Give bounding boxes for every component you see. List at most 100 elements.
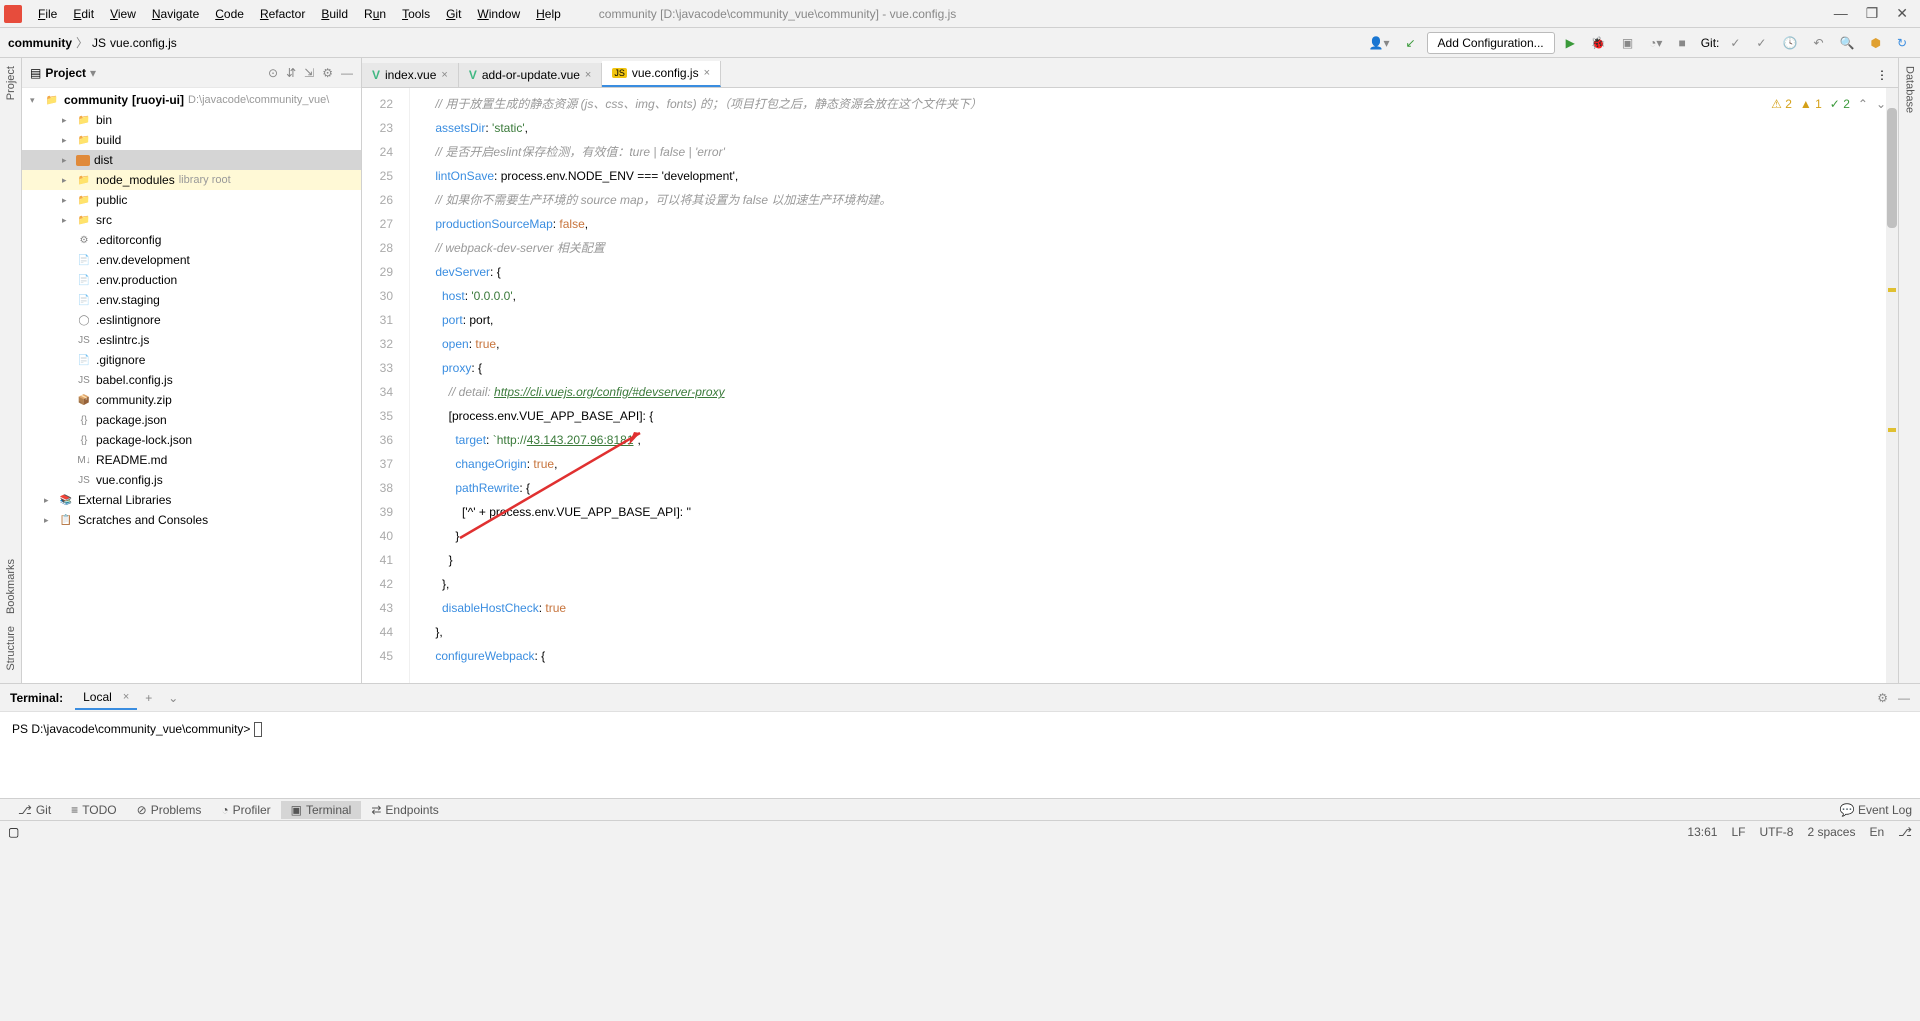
indent-settings[interactable]: 2 spaces — [1807, 825, 1855, 839]
tree-readme[interactable]: M↓README.md — [22, 450, 361, 470]
tree-build[interactable]: ▸📁build — [22, 130, 361, 150]
menu-view[interactable]: View — [102, 3, 144, 25]
tree-env-staging[interactable]: 📄.env.staging — [22, 290, 361, 310]
inspection-widget[interactable]: ⚠ 2 ▲ 1 ✓ 2 ⌃ ⌄ — [1771, 92, 1886, 116]
terminal-settings-icon[interactable]: ⚙ — [1877, 691, 1888, 705]
tab-vue-config[interactable]: JSvue.config.js× — [602, 61, 721, 87]
editor-scrollbar[interactable] — [1886, 88, 1898, 683]
menu-navigate[interactable]: Navigate — [144, 3, 207, 25]
coverage-button[interactable]: ▣ — [1617, 33, 1638, 53]
tree-public[interactable]: ▸📁public — [22, 190, 361, 210]
git-update-icon[interactable]: ✓ — [1725, 33, 1745, 53]
tree-dist[interactable]: ▸dist — [22, 150, 361, 170]
warning-marker[interactable] — [1888, 288, 1896, 292]
locate-icon[interactable]: ⊙ — [268, 66, 278, 80]
close-tab-icon[interactable]: × — [704, 67, 710, 79]
event-log[interactable]: 💬 Event Log — [1840, 803, 1912, 817]
tree-vue-config[interactable]: JSvue.config.js — [22, 470, 361, 490]
stop-button[interactable]: ■ — [1673, 33, 1690, 53]
git-branch-icon[interactable]: ⎇ — [1898, 825, 1912, 839]
menu-tools[interactable]: Tools — [394, 3, 438, 25]
bottom-problems[interactable]: ⊘ Problems — [127, 801, 212, 819]
tree-scratches[interactable]: ▸📋Scratches and Consoles — [22, 510, 361, 530]
menu-window[interactable]: Window — [469, 3, 528, 25]
ide-settings-icon[interactable]: ⬢ — [1865, 33, 1885, 53]
line-separator[interactable]: LF — [1731, 825, 1745, 839]
close-tab-icon[interactable]: × — [441, 69, 447, 81]
hammer-icon[interactable]: ↙ — [1400, 33, 1420, 53]
tree-babel[interactable]: JSbabel.config.js — [22, 370, 361, 390]
expand-icon[interactable]: ⇵ — [286, 66, 296, 80]
terminal-body[interactable]: PS D:\javacode\community_vue\community> — [0, 712, 1920, 798]
git-commit-icon[interactable]: ✓ — [1751, 33, 1771, 53]
project-header: ▤ Project ▾ ⊙ ⇵ ⇲ ⚙ — — [22, 58, 361, 88]
profile-button[interactable]: ◔▾ — [1644, 33, 1667, 53]
menu-code[interactable]: Code — [207, 3, 252, 25]
left-project-tab[interactable]: Project — [5, 66, 17, 100]
add-configuration-button[interactable]: Add Configuration... — [1427, 32, 1555, 54]
tabs-menu-icon[interactable]: ⋮ — [1866, 63, 1898, 87]
menu-run[interactable]: Run — [356, 3, 394, 25]
tree-eslintrc[interactable]: JS.eslintrc.js — [22, 330, 361, 350]
breadcrumb-root[interactable]: community — [8, 36, 72, 50]
tree-env-dev[interactable]: 📄.env.development — [22, 250, 361, 270]
tree-package-lock[interactable]: {}package-lock.json — [22, 430, 361, 450]
terminal-hide-icon[interactable]: — — [1898, 691, 1910, 705]
tree-eslintignore[interactable]: ◯.eslintignore — [22, 310, 361, 330]
breadcrumb-file[interactable]: vue.config.js — [110, 36, 177, 50]
bottom-profiler[interactable]: ◔ Profiler — [211, 801, 280, 819]
warning-marker[interactable] — [1888, 428, 1896, 432]
bottom-terminal[interactable]: ▣ Terminal — [281, 801, 362, 819]
left-structure-tab[interactable]: Structure — [5, 626, 17, 671]
right-database-tab[interactable]: Database — [1904, 66, 1916, 113]
tab-index-vue[interactable]: Vindex.vue× — [362, 63, 459, 87]
debug-button[interactable]: 🐞 — [1586, 33, 1611, 53]
minimize-button[interactable]: — — [1834, 5, 1848, 22]
bottom-git[interactable]: ⎇ Git — [8, 801, 61, 819]
collapse-icon[interactable]: ⇲ — [304, 66, 314, 80]
git-rollback-icon[interactable]: ↶ — [1808, 33, 1828, 53]
menu-file[interactable]: FFileile — [30, 3, 65, 25]
ide-update-icon[interactable]: ↻ — [1892, 33, 1912, 53]
user-icon[interactable]: 👤▾ — [1364, 33, 1395, 53]
close-button[interactable]: ✕ — [1896, 5, 1908, 22]
tree-editorconfig[interactable]: ⚙.editorconfig — [22, 230, 361, 250]
code-content[interactable]: ⚠ 2 ▲ 1 ✓ 2 ⌃ ⌄ // 用于放置生成的静态资源 (js、css、i… — [410, 88, 1898, 683]
bottom-endpoints[interactable]: ⇄ Endpoints — [361, 801, 448, 819]
menu-refactor[interactable]: Refactor — [252, 3, 313, 25]
tree-src[interactable]: ▸📁src — [22, 210, 361, 230]
code-editor[interactable]: 2223242526272829303132333435363738394041… — [362, 88, 1898, 683]
menu-build[interactable]: Build — [313, 3, 356, 25]
left-bookmarks-tab[interactable]: Bookmarks — [5, 559, 17, 614]
project-dropdown-icon[interactable]: ▤ — [30, 66, 41, 80]
tab-add-or-update[interactable]: Vadd-or-update.vue× — [459, 63, 603, 87]
project-tree[interactable]: ▾📁 community [ruoyi-ui] D:\javacode\comm… — [22, 88, 361, 683]
terminal-add-tab[interactable]: + — [137, 687, 160, 709]
terminal-tab-local[interactable]: Local× — [75, 686, 137, 710]
project-dropdown-chevron[interactable]: ▾ — [90, 66, 96, 80]
tree-ext-libs[interactable]: ▸📚External Libraries — [22, 490, 361, 510]
tree-env-prod[interactable]: 📄.env.production — [22, 270, 361, 290]
bottom-todo[interactable]: ≡ TODO — [61, 801, 126, 819]
tree-package-json[interactable]: {}package.json — [22, 410, 361, 430]
git-history-icon[interactable]: 🕓 — [1777, 33, 1802, 53]
settings-icon[interactable]: ⚙ — [322, 66, 333, 80]
cursor-position[interactable]: 13:61 — [1687, 825, 1717, 839]
hide-panel-icon[interactable]: — — [341, 66, 353, 80]
search-icon[interactable]: 🔍 — [1835, 33, 1860, 53]
close-tab-icon[interactable]: × — [585, 69, 591, 81]
input-lang[interactable]: En — [1869, 825, 1884, 839]
tree-community-zip[interactable]: 📦community.zip — [22, 390, 361, 410]
tree-root[interactable]: ▾📁 community [ruoyi-ui] D:\javacode\comm… — [22, 90, 361, 110]
scrollbar-thumb[interactable] — [1887, 108, 1897, 228]
tree-node-modules[interactable]: ▸📁node_moduleslibrary root — [22, 170, 361, 190]
menu-git[interactable]: Git — [438, 3, 469, 25]
menu-edit[interactable]: Edit — [65, 3, 102, 25]
file-encoding[interactable]: UTF-8 — [1759, 825, 1793, 839]
tree-gitignore[interactable]: 📄.gitignore — [22, 350, 361, 370]
tree-bin[interactable]: ▸📁bin — [22, 110, 361, 130]
run-button[interactable]: ▶ — [1561, 33, 1580, 53]
terminal-dropdown[interactable]: ⌄ — [160, 687, 186, 709]
maximize-button[interactable]: ❐ — [1866, 5, 1879, 22]
menu-help[interactable]: Help — [528, 3, 569, 25]
